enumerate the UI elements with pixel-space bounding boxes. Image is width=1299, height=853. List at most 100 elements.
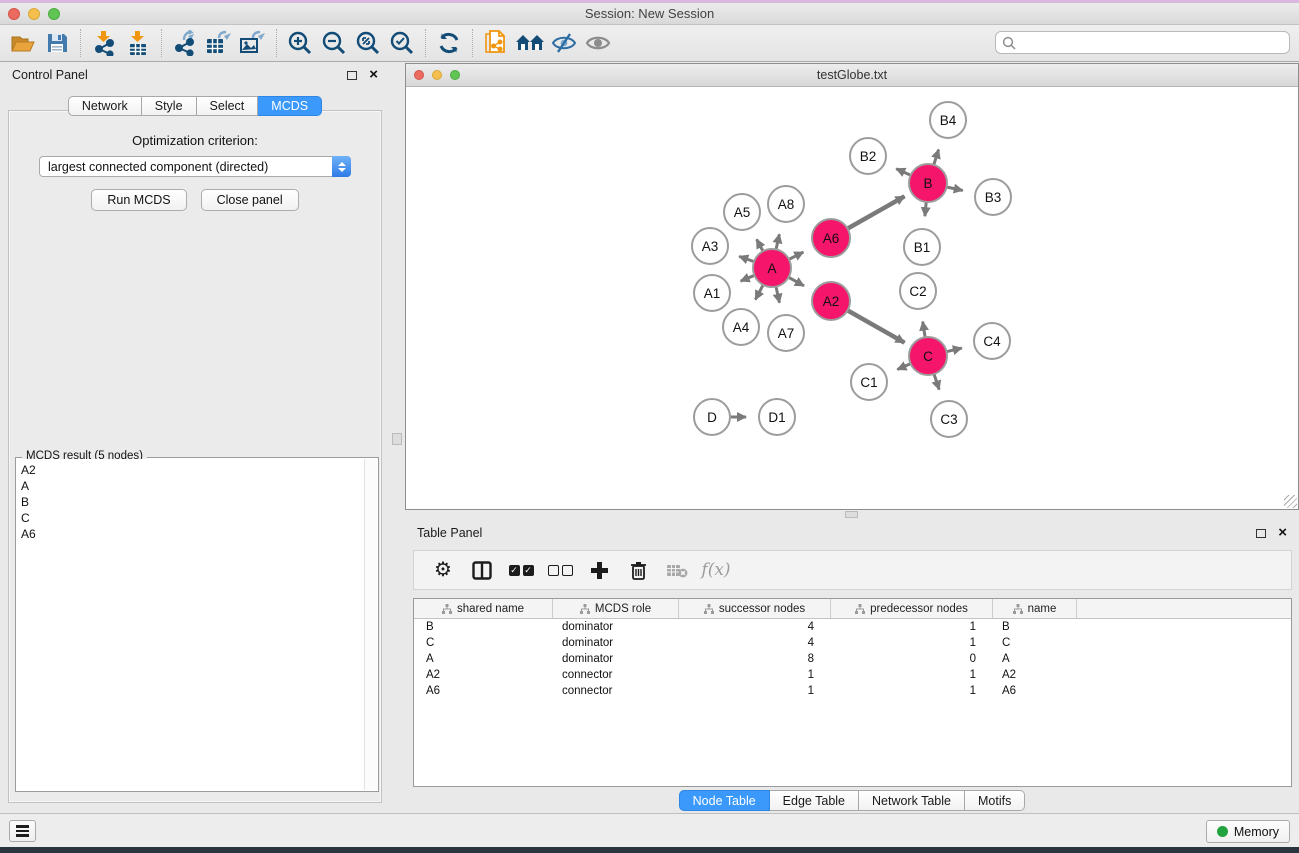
- table-cell[interactable]: A6: [993, 683, 1077, 699]
- search-input[interactable]: [1020, 36, 1283, 50]
- graph-node-C2[interactable]: C2: [900, 273, 936, 309]
- network-canvas[interactable]: B4B2BB3A5A8A6A3AB1A1A2C2A4A7C4CC1C3DD1: [406, 87, 1298, 509]
- function-builder-button[interactable]: f(x): [701, 555, 731, 585]
- mcds-result-item[interactable]: A6: [21, 526, 364, 542]
- table-cell[interactable]: 1: [679, 683, 831, 699]
- graph-node-B[interactable]: B: [909, 164, 947, 202]
- deselect-all-rows-button[interactable]: [545, 555, 575, 585]
- column-header-shared-name[interactable]: shared name: [414, 599, 553, 618]
- select-all-rows-button[interactable]: ✓✓: [506, 555, 536, 585]
- table-row[interactable]: A2connector11A2: [414, 667, 1291, 683]
- table-cell[interactable]: connector: [553, 683, 679, 699]
- network-graph[interactable]: B4B2BB3A5A8A6A3AB1A1A2C2A4A7C4CC1C3DD1: [406, 87, 1298, 509]
- graph-edge-C-C1[interactable]: [897, 364, 910, 370]
- graph-node-A2[interactable]: A2: [812, 282, 850, 320]
- graph-node-A7[interactable]: A7: [768, 315, 804, 351]
- graph-edge-A-A7[interactable]: [776, 287, 779, 303]
- tab-motifs[interactable]: Motifs: [965, 790, 1025, 811]
- save-session-button[interactable]: [40, 27, 74, 59]
- export-image-button[interactable]: [236, 27, 270, 59]
- graph-edge-A-A1[interactable]: [741, 275, 755, 281]
- graph-edge-A2-C[interactable]: [848, 310, 905, 342]
- horizontal-splitter[interactable]: [405, 510, 1299, 520]
- table-cell[interactable]: 8: [679, 651, 831, 667]
- graph-edge-A-A4[interactable]: [755, 285, 763, 300]
- add-column-button[interactable]: [584, 555, 614, 585]
- table-cell[interactable]: A6: [414, 683, 553, 699]
- column-header-successor-nodes[interactable]: successor nodes: [679, 599, 831, 618]
- graph-edge-A-A8[interactable]: [776, 234, 779, 249]
- graph-node-A6[interactable]: A6: [812, 219, 850, 257]
- table-cell[interactable]: C: [993, 635, 1077, 651]
- table-cell[interactable]: connector: [553, 667, 679, 683]
- graph-edge-A-A2[interactable]: [789, 277, 804, 286]
- graph-node-D1[interactable]: D1: [759, 399, 795, 435]
- graph-node-C[interactable]: C: [909, 337, 947, 375]
- graph-node-A8[interactable]: A8: [768, 186, 804, 222]
- graph-node-A3[interactable]: A3: [692, 228, 728, 264]
- table-cell[interactable]: B: [414, 619, 553, 635]
- table-cell[interactable]: A2: [993, 667, 1077, 683]
- table-cell[interactable]: 1: [679, 667, 831, 683]
- import-table-button[interactable]: [121, 27, 155, 59]
- table-cell[interactable]: B: [993, 619, 1077, 635]
- graph-edge-A6-B[interactable]: [848, 196, 905, 228]
- float-table-panel-icon[interactable]: [1256, 529, 1266, 538]
- memory-button[interactable]: Memory: [1206, 820, 1290, 843]
- graph-edge-B-B4[interactable]: [934, 150, 939, 165]
- table-cell[interactable]: A: [414, 651, 553, 667]
- mcds-result-item[interactable]: B: [21, 494, 364, 510]
- delete-table-button[interactable]: [662, 555, 692, 585]
- mcds-result-list[interactable]: A2ABCA6: [17, 459, 364, 790]
- column-header-name[interactable]: name: [993, 599, 1077, 618]
- table-cell[interactable]: 1: [831, 667, 993, 683]
- zoom-selected-button[interactable]: [385, 27, 419, 59]
- table-row[interactable]: Bdominator41B: [414, 619, 1291, 635]
- tab-select[interactable]: Select: [197, 96, 259, 116]
- graph-edge-C-C3[interactable]: [934, 374, 939, 390]
- graph-node-B4[interactable]: B4: [930, 102, 966, 138]
- graph-edge-C-C4[interactable]: [946, 348, 961, 352]
- table-cell[interactable]: dominator: [553, 651, 679, 667]
- table-cell[interactable]: 1: [831, 635, 993, 651]
- mcds-result-item[interactable]: A: [21, 478, 364, 494]
- mcds-result-item[interactable]: A2: [21, 462, 364, 478]
- network-from-file-button[interactable]: [479, 27, 513, 59]
- table-cell[interactable]: 4: [679, 635, 831, 651]
- window-resize-grip[interactable]: [1284, 495, 1297, 508]
- close-panel-icon[interactable]: ×: [369, 70, 378, 80]
- mcds-list-scrollbar[interactable]: [364, 459, 377, 790]
- graph-edge-C-C2[interactable]: [923, 322, 925, 338]
- vertical-splitter-handle[interactable]: [392, 433, 402, 445]
- graph-node-B3[interactable]: B3: [975, 179, 1011, 215]
- run-mcds-button[interactable]: Run MCDS: [91, 189, 186, 211]
- tab-mcds[interactable]: MCDS: [258, 96, 322, 116]
- graph-edge-A-A3[interactable]: [739, 256, 754, 261]
- table-cell[interactable]: 4: [679, 619, 831, 635]
- column-header-predecessor-nodes[interactable]: predecessor nodes: [831, 599, 993, 618]
- graph-node-D[interactable]: D: [694, 399, 730, 435]
- graph-node-C1[interactable]: C1: [851, 364, 887, 400]
- graph-edge-A-A5[interactable]: [757, 239, 763, 251]
- close-table-panel-icon[interactable]: ×: [1278, 528, 1287, 538]
- tab-edge-table[interactable]: Edge Table: [770, 790, 859, 811]
- close-panel-button[interactable]: Close panel: [201, 189, 299, 211]
- table-cell[interactable]: 1: [831, 619, 993, 635]
- table-cell[interactable]: A: [993, 651, 1077, 667]
- mcds-result-item[interactable]: C: [21, 510, 364, 526]
- import-network-button[interactable]: [87, 27, 121, 59]
- export-network-button[interactable]: [168, 27, 202, 59]
- table-cell[interactable]: dominator: [553, 635, 679, 651]
- graph-node-A4[interactable]: A4: [723, 309, 759, 345]
- zoom-out-button[interactable]: [317, 27, 351, 59]
- delete-column-button[interactable]: [623, 555, 653, 585]
- export-table-button[interactable]: [202, 27, 236, 59]
- tab-node-table[interactable]: Node Table: [679, 790, 770, 811]
- network-window-titlebar[interactable]: testGlobe.txt: [406, 64, 1298, 87]
- graph-node-B1[interactable]: B1: [904, 229, 940, 265]
- open-session-button[interactable]: [6, 27, 40, 59]
- zoom-fit-button[interactable]: [351, 27, 385, 59]
- table-cell[interactable]: 0: [831, 651, 993, 667]
- show-all-button[interactable]: [581, 27, 615, 59]
- table-row[interactable]: Cdominator41C: [414, 635, 1291, 651]
